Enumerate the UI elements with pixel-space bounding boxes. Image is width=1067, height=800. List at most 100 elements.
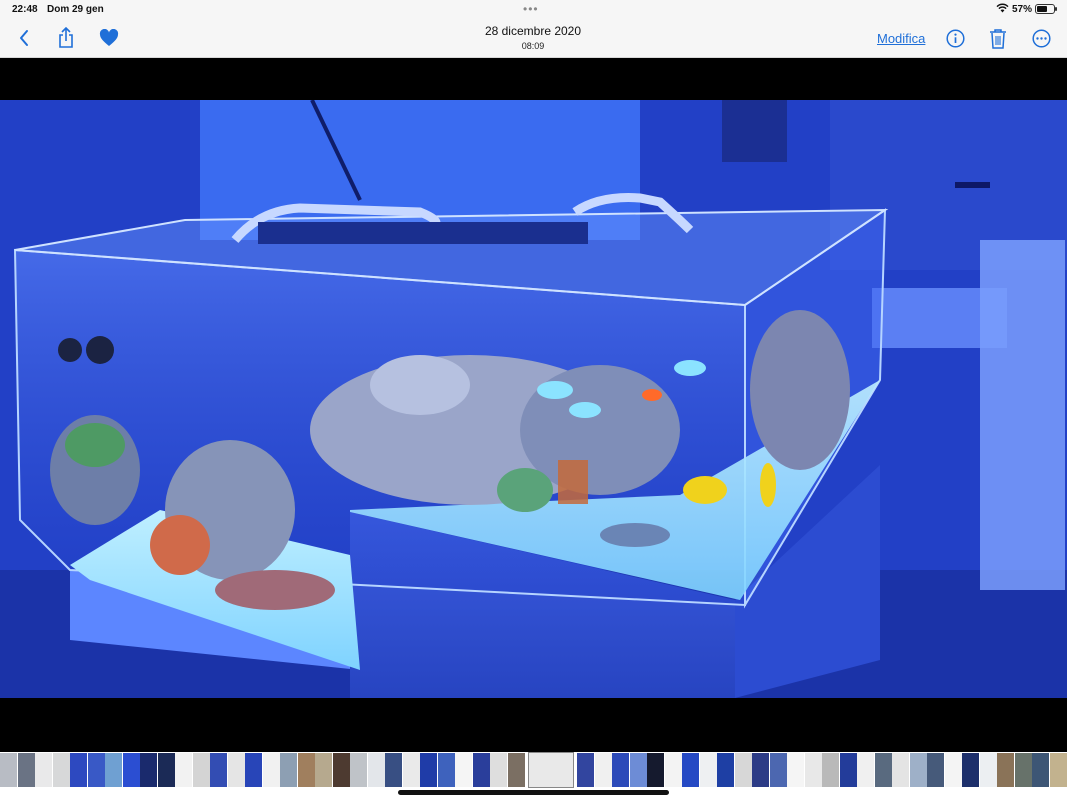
filmstrip-thumb[interactable] (822, 753, 839, 787)
filmstrip-thumb[interactable] (52, 753, 70, 787)
top-bar: 22:48 Dom 29 gen ••• 57% 28 dicembre 202… (0, 0, 1067, 58)
filmstrip-thumb[interactable] (490, 753, 507, 787)
filmstrip-thumb[interactable] (210, 753, 227, 787)
status-time: 22:48 (12, 4, 38, 15)
coral-green (65, 423, 125, 467)
battery-percent: 57% (1012, 4, 1033, 15)
wall-frame (722, 100, 787, 162)
filmstrip-thumb[interactable] (839, 753, 857, 787)
filmstrip-thumb[interactable] (962, 753, 979, 787)
filmstrip-thumb[interactable] (175, 753, 192, 787)
edit-button[interactable]: Modifica (877, 31, 925, 46)
filmstrip-thumb[interactable] (997, 753, 1014, 787)
wave-pump-2 (86, 336, 114, 364)
rock-side (750, 310, 850, 470)
filmstrip-thumb[interactable] (280, 753, 297, 787)
filmstrip-thumb[interactable] (35, 753, 52, 787)
clownfish (642, 389, 662, 401)
trash-icon[interactable] (988, 27, 1008, 49)
multitasking-dots-icon[interactable]: ••• (523, 2, 539, 16)
status-bar: 22:48 Dom 29 gen ••• 57% (0, 0, 1067, 20)
filmstrip-thumb[interactable] (437, 753, 455, 787)
filmstrip-thumb[interactable] (367, 753, 385, 787)
filmstrip-thumb[interactable] (857, 753, 874, 787)
battery-fill (1037, 6, 1048, 12)
filmstrip-thumb[interactable] (140, 753, 157, 787)
door-handle (955, 182, 990, 188)
info-icon[interactable] (945, 28, 965, 48)
filmstrip-thumb[interactable] (944, 753, 962, 787)
filmstrip-thumb[interactable] (157, 753, 175, 787)
battery-icon (1035, 4, 1057, 14)
back-chevron-icon[interactable] (14, 28, 34, 48)
filmstrip-thumb[interactable] (0, 753, 17, 787)
coral-orange (150, 515, 210, 575)
favorite-heart-icon[interactable] (98, 28, 120, 48)
coral-pink (215, 570, 335, 610)
filmstrip-thumb[interactable] (717, 753, 734, 787)
filmstrip-thumb[interactable] (874, 753, 892, 787)
filmstrip-thumb[interactable] (664, 753, 682, 787)
filmstrip-thumb[interactable] (315, 753, 332, 787)
filmstrip-thumb[interactable] (455, 753, 472, 787)
filmstrip-thumb[interactable] (892, 753, 909, 787)
status-date: Dom 29 gen (47, 4, 104, 15)
filmstrip-thumb[interactable] (122, 753, 140, 787)
thumbnail-filmstrip[interactable] (0, 752, 1067, 788)
filmstrip-thumb[interactable] (192, 753, 210, 787)
blue-fish-3 (674, 360, 706, 376)
filmstrip-thumb[interactable] (420, 753, 437, 787)
filmstrip-thumb[interactable] (577, 753, 594, 787)
photo-date: 28 dicembre 2020 (484, 24, 582, 38)
filmstrip-thumb[interactable] (1014, 753, 1032, 787)
filmstrip-thumb-selected[interactable] (528, 752, 574, 788)
filmstrip-thumb[interactable] (402, 753, 420, 787)
filmstrip-thumb[interactable] (787, 753, 804, 787)
shelf (980, 240, 1065, 590)
filmstrip-thumb[interactable] (594, 753, 612, 787)
coral-cup (558, 460, 588, 504)
filmstrip-thumb[interactable] (629, 753, 647, 787)
filmstrip-thumb[interactable] (472, 753, 490, 787)
filmstrip-thumb[interactable] (245, 753, 262, 787)
aquarium-photo[interactable] (0, 100, 1067, 698)
filmstrip-thumb[interactable] (297, 753, 315, 787)
filmstrip-thumb[interactable] (734, 753, 752, 787)
rock-peak (370, 355, 470, 415)
filmstrip-thumb[interactable] (262, 753, 280, 787)
blue-fish (537, 381, 573, 399)
coral-frag (600, 523, 670, 547)
filmstrip-thumb[interactable] (769, 753, 787, 787)
more-options-icon[interactable] (1031, 28, 1051, 48)
filmstrip-thumb[interactable] (804, 753, 822, 787)
filmstrip-thumb[interactable] (227, 753, 245, 787)
wave-pump (58, 338, 82, 362)
photo-date-title: 28 dicembre 2020 08:09 (433, 24, 633, 51)
filmstrip-thumb[interactable] (1049, 753, 1067, 787)
share-icon[interactable] (55, 26, 77, 50)
filmstrip-thumb[interactable] (682, 753, 699, 787)
filmstrip-thumb[interactable] (385, 753, 402, 787)
filmstrip-thumb[interactable] (70, 753, 87, 787)
filmstrip-thumb[interactable] (647, 753, 664, 787)
filmstrip-thumb[interactable] (699, 753, 717, 787)
wifi-icon (996, 3, 1009, 16)
filmstrip-thumb[interactable] (927, 753, 944, 787)
filmstrip-thumb[interactable] (17, 753, 35, 787)
filmstrip-thumb[interactable] (979, 753, 997, 787)
filmstrip-thumb[interactable] (507, 753, 525, 787)
blue-fish-2 (569, 402, 601, 418)
filmstrip-thumb[interactable] (332, 753, 350, 787)
sump-overflow (258, 222, 588, 244)
home-indicator[interactable] (398, 790, 669, 795)
photo-time: 08:09 (521, 41, 545, 51)
filmstrip-thumb[interactable] (1032, 753, 1049, 787)
photo-viewer[interactable] (0, 58, 1067, 750)
yellow-tang-fish-2 (760, 463, 776, 507)
filmstrip-thumb[interactable] (909, 753, 927, 787)
filmstrip-thumb[interactable] (87, 753, 105, 787)
filmstrip-thumb[interactable] (612, 753, 629, 787)
filmstrip-thumb[interactable] (105, 753, 122, 787)
filmstrip-thumb[interactable] (350, 753, 367, 787)
filmstrip-thumb[interactable] (752, 753, 769, 787)
